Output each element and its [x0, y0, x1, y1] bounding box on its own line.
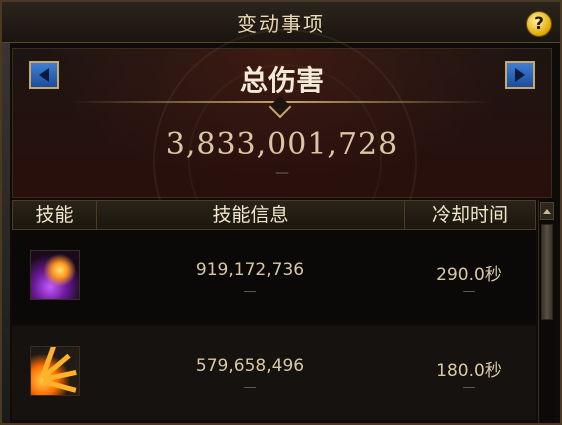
skill-cooldown-sub: —	[462, 380, 476, 395]
help-icon: ?	[534, 14, 544, 34]
total-damage-sub: —	[275, 165, 289, 181]
divider-notch	[268, 95, 292, 119]
header-skill[interactable]: 技能	[13, 201, 97, 229]
table-row[interactable]: 919,172,736 — 290.0秒 —	[12, 230, 536, 324]
scroll-thumb[interactable]	[541, 224, 553, 320]
total-damage-label: 总伤害	[239, 64, 324, 97]
damage-window: 变动事项 ? 总伤害 3,833,001,728 — 技能 技能信息 冷却时间 …	[0, 0, 562, 425]
table-row[interactable]: 579,658,496 — 180.0秒 —	[12, 326, 536, 420]
skill-damage: 919,172,736	[195, 260, 305, 280]
total-damage-panel: 总伤害 3,833,001,728 —	[12, 29, 552, 293]
table-header: 技能 技能信息 冷却时间	[12, 200, 536, 230]
skill-cooldown-sub: —	[462, 284, 476, 299]
scroll-up-button[interactable]	[540, 202, 554, 220]
header-cooldown[interactable]: 冷却时间	[405, 201, 535, 229]
fire-fan-skill-icon[interactable]	[30, 346, 80, 396]
chevron-up-icon	[543, 208, 551, 214]
window-edge	[2, 42, 10, 423]
skill-damage: 579,658,496	[195, 356, 305, 376]
skill-cooldown: 290.0秒	[436, 265, 502, 285]
icon-ray	[42, 379, 77, 393]
purple-burst-skill-icon[interactable]	[30, 250, 80, 300]
total-damage-value: 3,833,001,728	[165, 127, 399, 162]
skill-damage-sub: —	[243, 380, 257, 395]
header-skill-info[interactable]: 技能信息	[97, 201, 405, 229]
help-button[interactable]: ?	[526, 11, 552, 37]
skill-cooldown: 180.0秒	[436, 361, 502, 381]
vertical-scrollbar[interactable]	[538, 200, 555, 423]
skill-damage-sub: —	[243, 284, 257, 299]
